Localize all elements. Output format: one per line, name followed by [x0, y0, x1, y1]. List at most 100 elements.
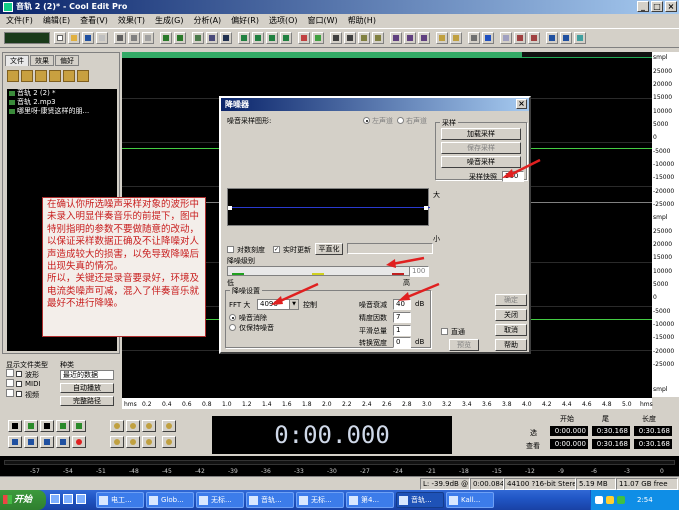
spectral-view-button[interactable] — [298, 32, 310, 44]
menu-effects[interactable]: 效果(T) — [118, 14, 145, 28]
help-button[interactable] — [482, 32, 494, 44]
normalize-button[interactable] — [266, 32, 278, 44]
task-button[interactable]: 无标... — [296, 492, 344, 508]
multitrack-toggle-button[interactable] — [4, 32, 50, 44]
silence-button[interactable] — [220, 32, 232, 44]
menu-options[interactable]: 选项(O) — [269, 14, 298, 28]
channel-left-radio[interactable] — [363, 117, 370, 124]
menu-view[interactable]: 查看(V) — [80, 14, 108, 28]
tab-files[interactable]: 文件 — [5, 55, 29, 66]
tab-favorites[interactable]: 偏好 — [55, 55, 79, 66]
zoom-out-horizontal-button[interactable] — [126, 420, 140, 432]
load-profile-button[interactable]: 加载采样 — [441, 128, 521, 140]
undo-button[interactable] — [160, 32, 172, 44]
loop-button[interactable] — [574, 32, 586, 44]
full-path-button[interactable]: 完整路径 — [60, 396, 114, 406]
start-button[interactable]: 开始 — [0, 490, 46, 510]
zoom-in-vertical-button[interactable] — [162, 420, 176, 432]
menu-analyze[interactable]: 分析(A) — [193, 14, 221, 28]
task-button[interactable]: Kall... — [446, 492, 494, 508]
zoom-out-vertical-button[interactable] — [162, 436, 176, 448]
record-button[interactable] — [72, 436, 86, 448]
noise-reduction-button[interactable] — [330, 32, 342, 44]
loop-play-button[interactable] — [72, 420, 86, 432]
close-file-button[interactable] — [96, 32, 108, 44]
task-button[interactable]: 无标... — [196, 492, 244, 508]
menu-edit[interactable]: 编辑(E) — [43, 14, 70, 28]
precision-field[interactable]: 7 — [393, 312, 411, 323]
autoplay-button[interactable]: 自动播放 — [60, 383, 114, 393]
zoom-right-button[interactable] — [126, 436, 140, 448]
preview-button[interactable]: 预览 — [449, 339, 479, 351]
keep-noise-radio[interactable] — [229, 324, 236, 331]
menu-file[interactable]: 文件(F) — [6, 14, 33, 28]
pitch-button[interactable] — [404, 32, 416, 44]
menu-favorites[interactable]: 偏好(R) — [231, 14, 259, 28]
close-dialog-button[interactable]: 关闭 — [495, 309, 527, 321]
slider-high-marker[interactable] — [392, 273, 404, 275]
selection-start-field[interactable]: 0:00.000 — [550, 426, 588, 436]
zoom-in-horizontal-button[interactable] — [110, 420, 124, 432]
profile-left-handle[interactable] — [228, 206, 232, 210]
list-item[interactable]: 音轨 2 (2) * — [7, 89, 117, 98]
tray-volume-icon[interactable] — [606, 496, 614, 504]
play-file-icon[interactable] — [77, 70, 89, 82]
quicklaunch-ie-icon[interactable] — [50, 494, 60, 504]
flatten-button[interactable]: 平直化 — [315, 243, 343, 255]
quicklaunch-media-icon[interactable] — [76, 494, 86, 504]
play-button[interactable] — [24, 420, 38, 432]
statistics-button[interactable] — [450, 32, 462, 44]
view-length-field[interactable]: 0:30.168 — [634, 439, 672, 449]
play-to-end-button[interactable] — [56, 420, 70, 432]
remove-noise-radio[interactable] — [229, 314, 236, 321]
trim-button[interactable] — [206, 32, 218, 44]
log-scale-checkbox[interactable] — [227, 246, 234, 253]
stretch-button[interactable] — [418, 32, 430, 44]
zoom-left-button[interactable] — [110, 436, 124, 448]
type-toggle-2[interactable] — [6, 379, 14, 387]
envelope-button[interactable] — [252, 32, 264, 44]
tray-security-icon[interactable] — [617, 496, 625, 504]
transition-width-field[interactable]: 0 — [393, 337, 411, 348]
new-file-button[interactable] — [54, 32, 66, 44]
redo-button[interactable] — [174, 32, 186, 44]
zoom-in-tool-button[interactable] — [546, 32, 558, 44]
import-icon[interactable] — [21, 70, 33, 82]
cut-button[interactable] — [114, 32, 126, 44]
stop-button[interactable] — [8, 420, 22, 432]
waveform-view-button[interactable] — [312, 32, 324, 44]
save-file-button[interactable] — [82, 32, 94, 44]
sort-select[interactable]: 最近的数据 — [60, 370, 114, 380]
fast-forward-button[interactable] — [40, 436, 54, 448]
profile-right-handle[interactable] — [424, 206, 428, 210]
channel-right-radio[interactable] — [397, 117, 404, 124]
realtime-checkbox[interactable]: ✓ — [273, 246, 280, 253]
menu-window[interactable]: 窗口(W) — [308, 14, 338, 28]
cd-button[interactable] — [500, 32, 512, 44]
tray-clock[interactable]: 2:54 — [637, 496, 653, 504]
smoothing-field[interactable]: 1 — [393, 325, 411, 336]
list-item[interactable]: 哪里呀-康贤这样的朋... — [7, 107, 117, 116]
type-video-checkbox[interactable] — [16, 391, 22, 397]
analysis-button[interactable] — [436, 32, 448, 44]
view-start-field[interactable]: 0:00.000 — [550, 439, 588, 449]
filter-button[interactable] — [344, 32, 356, 44]
overview-strip[interactable] — [122, 52, 652, 58]
cue-button[interactable] — [528, 32, 540, 44]
task-button[interactable]: 音轨... — [246, 492, 294, 508]
insert-icon[interactable] — [63, 70, 75, 82]
close-file-icon[interactable] — [35, 70, 47, 82]
selection-length-field[interactable]: 0:30.168 — [634, 426, 672, 436]
type-toggle-3[interactable] — [6, 389, 14, 397]
settings-button[interactable] — [468, 32, 480, 44]
type-wave-checkbox[interactable] — [16, 371, 22, 377]
go-to-start-button[interactable] — [8, 436, 22, 448]
tab-effects[interactable]: 效果 — [30, 55, 54, 66]
reverb-button[interactable] — [358, 32, 370, 44]
selection-end-field[interactable]: 0:30.168 — [592, 426, 630, 436]
close-button[interactable]: × — [665, 1, 677, 12]
tray-network-icon[interactable] — [595, 496, 603, 504]
minimize-button[interactable]: _ — [637, 1, 649, 12]
task-button[interactable]: 电工... — [96, 492, 144, 508]
open-folder-icon[interactable] — [7, 70, 19, 82]
